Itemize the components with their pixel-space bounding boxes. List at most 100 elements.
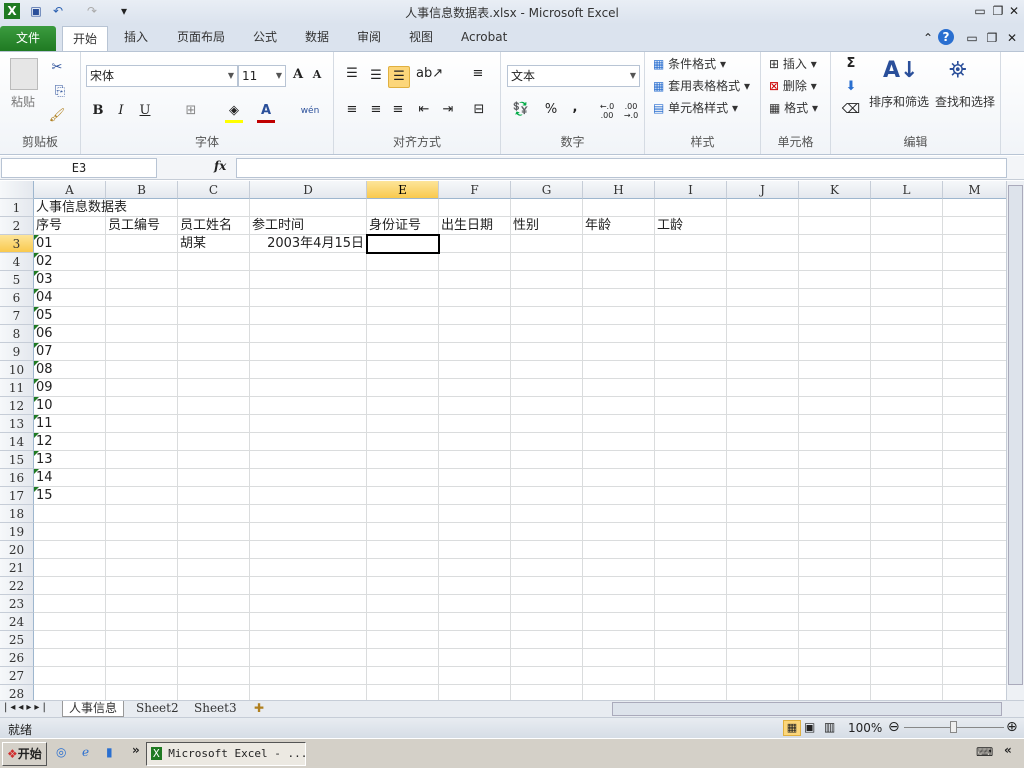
cell-C15[interactable]: [178, 451, 250, 469]
cell-I11[interactable]: [655, 379, 727, 397]
cell-F12[interactable]: [439, 397, 511, 415]
cell-K3[interactable]: [799, 235, 871, 253]
cell-B5[interactable]: [106, 271, 178, 289]
cell-I18[interactable]: [655, 505, 727, 523]
cell-E2[interactable]: 身份证号: [367, 217, 439, 235]
sort-filter-icon[interactable]: A↓: [883, 58, 918, 88]
cell-F1[interactable]: [439, 199, 511, 217]
bold-button[interactable]: B: [90, 101, 106, 123]
row-header-15[interactable]: 15: [0, 451, 34, 469]
row-header-19[interactable]: 19: [0, 523, 34, 541]
cell-E1[interactable]: [367, 199, 439, 217]
cell-L22[interactable]: [871, 577, 943, 595]
cell-G25[interactable]: [511, 631, 583, 649]
cell-G24[interactable]: [511, 613, 583, 631]
autosum-button[interactable]: Σ: [839, 54, 863, 76]
cell-M7[interactable]: [943, 307, 1006, 325]
font-color-icon[interactable]: A: [257, 101, 275, 123]
cell-E6[interactable]: [367, 289, 439, 307]
cell-I16[interactable]: [655, 469, 727, 487]
zoom-level[interactable]: 100%: [848, 721, 882, 735]
cell-I10[interactable]: [655, 361, 727, 379]
cell-F2[interactable]: 出生日期: [439, 217, 511, 235]
cell-F16[interactable]: [439, 469, 511, 487]
paste-icon[interactable]: [10, 58, 38, 90]
cell-K2[interactable]: [799, 217, 871, 235]
cell-K5[interactable]: [799, 271, 871, 289]
row-header-16[interactable]: 16: [0, 469, 34, 487]
cell-M6[interactable]: [943, 289, 1006, 307]
cell-G14[interactable]: [511, 433, 583, 451]
cell-C17[interactable]: [178, 487, 250, 505]
cell-E18[interactable]: [367, 505, 439, 523]
cell-D14[interactable]: [250, 433, 367, 451]
cell-D26[interactable]: [250, 649, 367, 667]
clear-icon[interactable]: ⌫: [839, 100, 863, 122]
cell-H5[interactable]: [583, 271, 655, 289]
find-select-button[interactable]: 查找和选择: [935, 92, 995, 112]
cell-G13[interactable]: [511, 415, 583, 433]
cell-G27[interactable]: [511, 667, 583, 685]
cell-E27[interactable]: [367, 667, 439, 685]
row-header-9[interactable]: 9: [0, 343, 34, 361]
cell-K25[interactable]: [799, 631, 871, 649]
copy-icon[interactable]: ⎘: [48, 82, 72, 104]
workbook-minimize-icon[interactable]: ▭: [964, 30, 980, 46]
increase-decimal-button[interactable]: ←.0 .00: [597, 102, 617, 124]
cell-J12[interactable]: [727, 397, 799, 415]
vertical-scrollbar[interactable]: [1006, 181, 1024, 700]
cell-D24[interactable]: [250, 613, 367, 631]
italic-button[interactable]: I: [113, 101, 129, 123]
cell-K27[interactable]: [799, 667, 871, 685]
cell-C9[interactable]: [178, 343, 250, 361]
cell-H24[interactable]: [583, 613, 655, 631]
cell-A23[interactable]: [34, 595, 106, 613]
cell-A24[interactable]: [34, 613, 106, 631]
cell-E4[interactable]: [367, 253, 439, 271]
cell-G17[interactable]: [511, 487, 583, 505]
cell-A18[interactable]: [34, 505, 106, 523]
cell-F19[interactable]: [439, 523, 511, 541]
cell-M14[interactable]: [943, 433, 1006, 451]
cell-A14[interactable]: 12: [34, 433, 106, 451]
cell-I23[interactable]: [655, 595, 727, 613]
cell-E24[interactable]: [367, 613, 439, 631]
cell-C1[interactable]: [178, 199, 250, 217]
decrease-indent-icon[interactable]: ⇤: [414, 100, 434, 122]
taskbar-excel-window[interactable]: X Microsoft Excel - ...: [146, 742, 306, 766]
cell-F7[interactable]: [439, 307, 511, 325]
collapse-ribbon-icon[interactable]: ⌃: [920, 30, 936, 46]
cell-F17[interactable]: [439, 487, 511, 505]
cell-M12[interactable]: [943, 397, 1006, 415]
cell-J23[interactable]: [727, 595, 799, 613]
cell-D4[interactable]: [250, 253, 367, 271]
minimize-icon[interactable]: ▭: [972, 3, 988, 19]
cell-G6[interactable]: [511, 289, 583, 307]
cell-K23[interactable]: [799, 595, 871, 613]
cell-A1[interactable]: 人事信息数据表: [34, 199, 127, 217]
align-right-icon[interactable]: ≡: [388, 100, 408, 122]
cell-E20[interactable]: [367, 541, 439, 559]
cell-F25[interactable]: [439, 631, 511, 649]
align-middle-icon[interactable]: ☰: [366, 66, 386, 88]
cell-A12[interactable]: 10: [34, 397, 106, 415]
cell-E23[interactable]: [367, 595, 439, 613]
cell-A8[interactable]: 06: [34, 325, 106, 343]
cell-D1[interactable]: [250, 199, 367, 217]
cell-D18[interactable]: [250, 505, 367, 523]
more-icon[interactable]: »: [132, 743, 140, 757]
cell-C4[interactable]: [178, 253, 250, 271]
cell-M2[interactable]: [943, 217, 1006, 235]
app-icon[interactable]: ▮: [106, 745, 113, 759]
cell-A27[interactable]: [34, 667, 106, 685]
cell-K13[interactable]: [799, 415, 871, 433]
cell-K22[interactable]: [799, 577, 871, 595]
cell-L10[interactable]: [871, 361, 943, 379]
cell-D22[interactable]: [250, 577, 367, 595]
cell-A17[interactable]: 15: [34, 487, 106, 505]
orientation-icon[interactable]: ab↗: [416, 64, 443, 86]
cell-D13[interactable]: [250, 415, 367, 433]
cell-M25[interactable]: [943, 631, 1006, 649]
cell-H17[interactable]: [583, 487, 655, 505]
cell-L19[interactable]: [871, 523, 943, 541]
